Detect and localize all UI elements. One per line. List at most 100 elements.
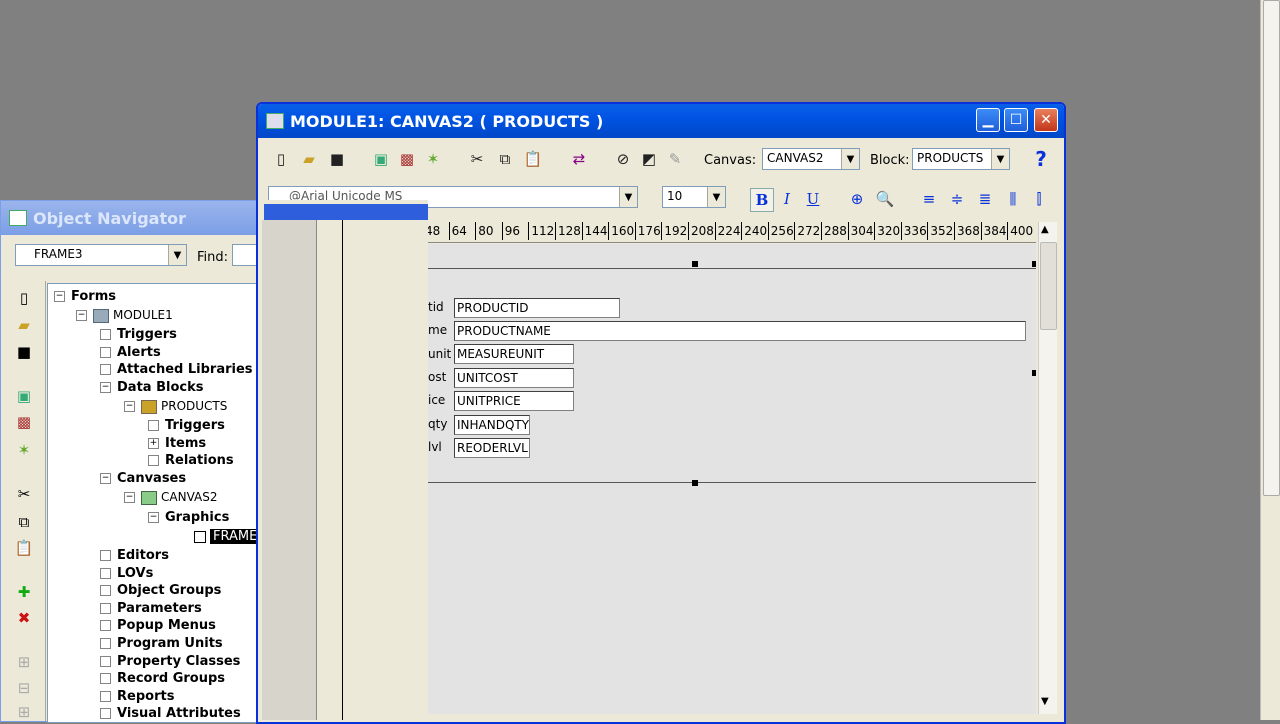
tree-node-editors[interactable]: Editors [100,547,169,564]
tree-node-object-groups[interactable]: Object Groups [100,582,221,599]
paste-icon[interactable]: 📋 [522,148,544,170]
background-scroll-thumb[interactable] [1263,0,1280,496]
tree-node-popup-menus[interactable]: Popup Menus [100,617,216,634]
help-icon[interactable]: ? [1030,147,1052,171]
close-button[interactable]: ✕ [1034,108,1058,132]
italic-button[interactable]: I [776,188,798,210]
align-left-icon[interactable]: ≡ [918,188,940,210]
object-navigator-titlebar[interactable]: Object Navigator [1,201,263,235]
tree-node-lovs[interactable]: LOVs [100,565,153,582]
collapse-node-icon[interactable]: − [76,310,87,321]
delete-icon[interactable]: ✖ [13,607,35,629]
run-icon[interactable]: ▩ [13,411,35,433]
underline-button[interactable]: U [802,188,824,210]
collapse-icon[interactable]: ⊟ [13,677,35,699]
expand-icon[interactable]: ⊞ [13,651,35,673]
open-folder-icon[interactable]: ▰ [298,148,320,170]
selection-handle[interactable] [1032,261,1036,267]
chevron-down-icon[interactable]: ▼ [841,149,859,169]
canvas-area[interactable]: tid me unit ost ice qty lvl PRODUCTID PR… [428,244,1036,714]
tree-node-block-triggers[interactable]: Triggers [148,417,225,434]
scroll-up-arrow[interactable]: ▲ [1041,224,1049,235]
line-color-icon[interactable]: ◩ [638,148,660,170]
selection-handle[interactable] [1032,370,1036,376]
tree-node-forms[interactable]: − Forms [54,288,116,305]
align-right-icon[interactable]: ≣ [974,188,996,210]
tree-node-canvases[interactable]: − Canvases [100,470,186,487]
navigator-object-selector[interactable]: FRAME3 ▼ [15,244,187,266]
wizard-icon[interactable]: ✶ [13,439,35,461]
save-icon[interactable]: ■ [13,341,35,363]
tree-node-property-classes[interactable]: Property Classes [100,653,240,670]
new-file-icon[interactable]: ▯ [270,148,292,170]
selection-handle[interactable] [692,261,698,267]
copy-icon[interactable]: ⧉ [13,511,35,533]
field-productid[interactable]: PRODUCTID [454,298,620,318]
tree-node-data-blocks[interactable]: − Data Blocks [100,379,203,396]
tree-node-visual-attributes[interactable]: Visual Attributes [100,705,241,722]
run-icon[interactable]: ▩ [396,148,418,170]
font-size-select[interactable]: 10 ▼ [662,186,726,208]
collapse-node-icon[interactable]: − [100,382,111,393]
tree-node-products[interactable]: − PRODUCTS [124,398,227,415]
tree-node-graphics[interactable]: − Graphics [148,509,229,526]
collapse-node-icon[interactable]: − [100,473,111,484]
bring-to-front-icon[interactable]: ⇄ [568,148,590,170]
field-unitprice[interactable]: UNITPRICE [454,391,574,411]
background-scrollbar[interactable] [1260,0,1280,720]
expand-node-icon[interactable]: + [148,438,159,449]
bold-button[interactable]: B [750,188,774,212]
text-color-icon[interactable]: ✎ [664,148,686,170]
compile-icon[interactable]: ▣ [370,148,392,170]
tree-node-triggers[interactable]: Triggers [100,326,177,343]
collapse-node-icon[interactable]: − [124,492,135,503]
chevron-down-icon[interactable]: ▼ [619,187,637,207]
vertical-scrollbar[interactable]: ▲ ▼ [1038,222,1057,714]
field-reoderlvl[interactable]: REODERLVL [454,438,530,458]
tree-node-frame[interactable]: FRAME [194,528,261,545]
tool-palette-titlebar[interactable] [264,204,428,220]
create-icon[interactable]: ✚ [13,581,35,603]
field-measureunit[interactable]: MEASUREUNIT [454,344,574,364]
tree-node-module1[interactable]: − MODULE1 [76,307,173,324]
chevron-down-icon[interactable]: ▼ [991,149,1009,169]
zoom-out-icon[interactable]: 🔍 [874,188,896,210]
selection-handle[interactable] [692,480,698,486]
tree-node-program-units[interactable]: Program Units [100,635,223,652]
tree-node-items[interactable]: + Items [148,435,206,452]
tree-node-alerts[interactable]: Alerts [100,344,161,361]
tree-node-attached-libraries[interactable]: Attached Libraries [100,361,253,378]
cut-icon[interactable]: ✂ [13,483,35,505]
field-unitcost[interactable]: UNITCOST [454,368,574,388]
tree-node-parameters[interactable]: Parameters [100,600,202,617]
save-icon[interactable]: ■ [326,148,348,170]
layout-editor-titlebar[interactable]: MODULE1: CANVAS2 ( PRODUCTS ) ▁ ☐ ✕ [258,104,1064,138]
collapse-node-icon[interactable]: − [54,291,65,302]
minimize-button[interactable]: ▁ [976,108,1000,132]
wizard-icon[interactable]: ✶ [422,148,444,170]
copy-icon[interactable]: ⧉ [494,148,516,170]
chevron-down-icon[interactable]: ▼ [707,187,725,207]
canvas-select[interactable]: CANVAS2 ▼ [762,148,860,170]
field-inhandqty[interactable]: INHANDQTY [454,415,530,435]
collapse-node-icon[interactable]: − [124,401,135,412]
zoom-in-icon[interactable]: ⊕ [846,188,868,210]
tree-node-reports[interactable]: Reports [100,688,174,705]
block-select[interactable]: PRODUCTS ▼ [912,148,1010,170]
clear-fill-icon[interactable]: ⊘ [612,148,634,170]
tree-node-canvas2[interactable]: − CANVAS2 [124,489,217,506]
chevron-down-icon[interactable]: ▼ [168,245,186,265]
align-middle-icon[interactable]: ⫿ [1028,188,1050,210]
paste-icon[interactable]: 📋 [13,537,35,559]
cut-icon[interactable]: ✂ [466,148,488,170]
maximize-button[interactable]: ☐ [1004,108,1028,132]
align-top-icon[interactable]: ⫼ [1002,188,1024,210]
scroll-down-arrow[interactable]: ▼ [1041,696,1049,707]
collapse-node-icon[interactable]: − [148,512,159,523]
align-center-icon[interactable]: ≑ [946,188,968,210]
tree-node-record-groups[interactable]: Record Groups [100,670,225,687]
tree-node-relations[interactable]: Relations [148,452,234,469]
field-productname[interactable]: PRODUCTNAME [454,321,1026,341]
compile-icon[interactable]: ▣ [13,385,35,407]
scroll-thumb[interactable] [1040,242,1057,330]
